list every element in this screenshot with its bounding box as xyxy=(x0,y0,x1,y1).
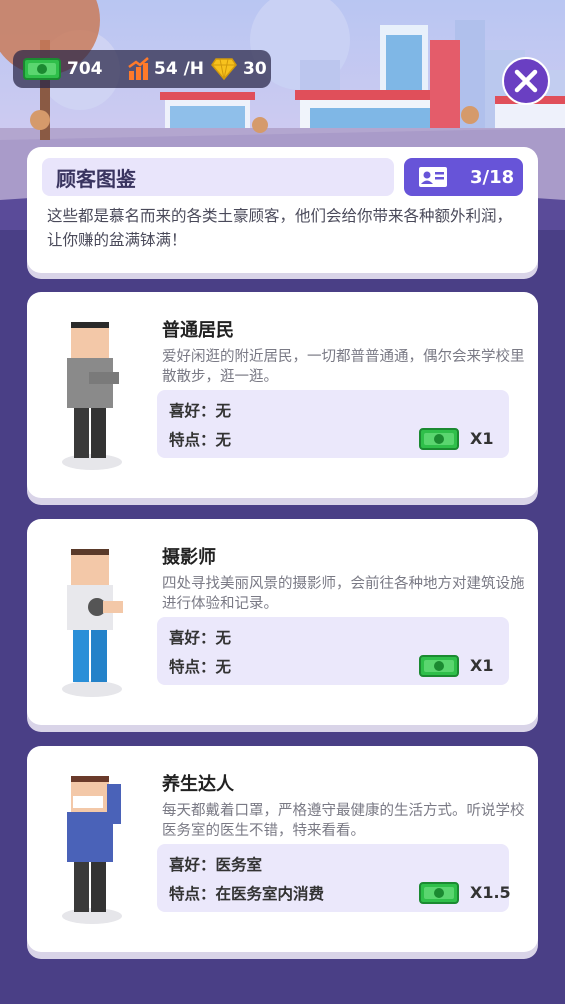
customer-info-panel: 喜好：无 特点：无 X1 xyxy=(157,390,509,458)
diamond-icon xyxy=(211,58,237,80)
hobby-label: 喜好： xyxy=(169,629,216,647)
health-enthusiast-avatar xyxy=(62,776,122,924)
trait-row: 特点：在医务室内消费 xyxy=(169,882,324,904)
customer-description: 爱好闲逛的附近居民，一切都普普通通，偶尔会来学校里散散步，逛一逛。 xyxy=(162,349,525,385)
resident-avatar xyxy=(62,322,122,470)
trait-label: 特点： xyxy=(169,885,216,903)
income-value: 54 /H xyxy=(154,59,205,79)
income-counter: 54 /H xyxy=(128,50,204,88)
collection-count-badge: 3/18 xyxy=(404,158,523,196)
gem-counter: 30 xyxy=(211,50,267,88)
hobby-row: 喜好：无 xyxy=(169,626,231,648)
income-multiplier: X1 xyxy=(470,429,494,448)
money-counter: 704 xyxy=(23,50,103,88)
chart-up-icon xyxy=(128,57,149,80)
hobby-value: 医务室 xyxy=(215,856,263,874)
close-icon xyxy=(514,69,538,93)
cash-icon xyxy=(23,58,61,80)
hobby-row: 喜好：医务室 xyxy=(169,853,262,875)
catalog-header-card: 顾客图鉴 3/18 这些都是慕名而来的各类土豪顾客，他们会给你带来各种额外利润，… xyxy=(27,147,538,273)
trait-row: 特点：无 xyxy=(169,428,231,450)
customer-info-panel: 喜好：医务室 特点：在医务室内消费 X1.5 xyxy=(157,844,511,912)
trait-value: 在医务室内消费 xyxy=(215,885,325,903)
hobby-label: 喜好： xyxy=(169,856,216,874)
customer-name: 普通居民 xyxy=(162,320,234,341)
trait-label: 特点： xyxy=(169,431,216,449)
cash-icon xyxy=(419,655,459,677)
cash-icon xyxy=(419,428,459,450)
catalog-title: 顾客图鉴 xyxy=(42,158,394,196)
hobby-row: 喜好：无 xyxy=(169,399,231,421)
hobby-value: 无 xyxy=(215,402,232,420)
photographer-avatar xyxy=(62,549,123,697)
hobby-value: 无 xyxy=(215,629,232,647)
money-value: 704 xyxy=(67,59,103,79)
close-button[interactable] xyxy=(502,57,550,105)
trait-value: 无 xyxy=(215,431,232,449)
customer-card[interactable]: 摄影师 四处寻找美丽风景的摄影师，会前往各种地方对建筑设施进行体验和记录。 喜好… xyxy=(27,519,538,725)
collection-count: 3/18 xyxy=(470,166,515,188)
cash-icon xyxy=(419,882,459,904)
id-card-icon xyxy=(419,167,447,187)
customer-card[interactable]: 普通居民 爱好闲逛的附近居民，一切都普普通通，偶尔会来学校里散散步，逛一逛。 喜… xyxy=(27,292,538,498)
trait-value: 无 xyxy=(215,658,232,676)
resource-bar: 704 54 /H 30 xyxy=(13,50,271,88)
gem-value: 30 xyxy=(243,59,267,79)
trait-label: 特点： xyxy=(169,658,216,676)
customer-name: 摄影师 xyxy=(162,547,216,568)
customer-description: 四处寻找美丽风景的摄影师，会前往各种地方对建筑设施进行体验和记录。 xyxy=(162,576,525,612)
customer-name: 养生达人 xyxy=(162,774,234,795)
hobby-label: 喜好： xyxy=(169,402,216,420)
income-multiplier: X1.5 xyxy=(470,883,511,902)
customer-card[interactable]: 养生达人 每天都戴着口罩，严格遵守最健康的生活方式。听说学校医务室的医生不错，特… xyxy=(27,746,538,952)
catalog-description: 这些都是慕名而来的各类土豪顾客，他们会给你带来各种额外利润，让你赚的盆满钵满！ xyxy=(47,207,513,249)
customer-info-panel: 喜好：无 特点：无 X1 xyxy=(157,617,509,685)
income-multiplier: X1 xyxy=(470,656,494,675)
customer-description: 每天都戴着口罩，严格遵守最健康的生活方式。听说学校医务室的医生不错，特来看看。 xyxy=(162,803,525,839)
trait-row: 特点：无 xyxy=(169,655,231,677)
